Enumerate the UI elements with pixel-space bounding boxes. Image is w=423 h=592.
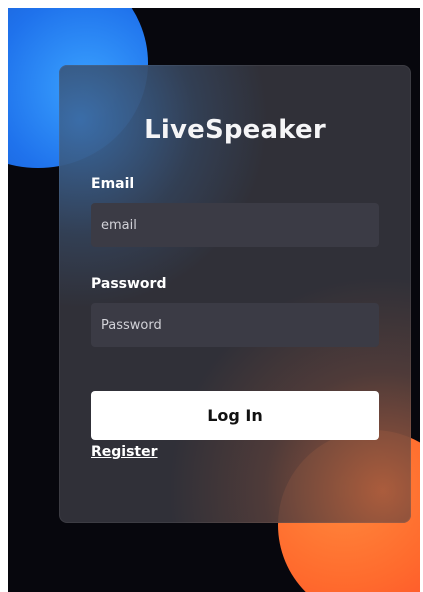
password-input[interactable]	[91, 303, 379, 347]
login-button[interactable]: Log In	[91, 391, 379, 440]
page-frame: LiveSpeaker Email Password Log In Regist…	[8, 8, 420, 592]
password-label: Password	[91, 276, 167, 292]
email-input[interactable]	[91, 203, 379, 247]
app-title: LiveSpeaker	[144, 115, 326, 145]
login-card: LiveSpeaker Email Password Log In Regist…	[59, 65, 411, 523]
register-link[interactable]: Register	[91, 444, 158, 460]
email-label: Email	[91, 176, 135, 192]
